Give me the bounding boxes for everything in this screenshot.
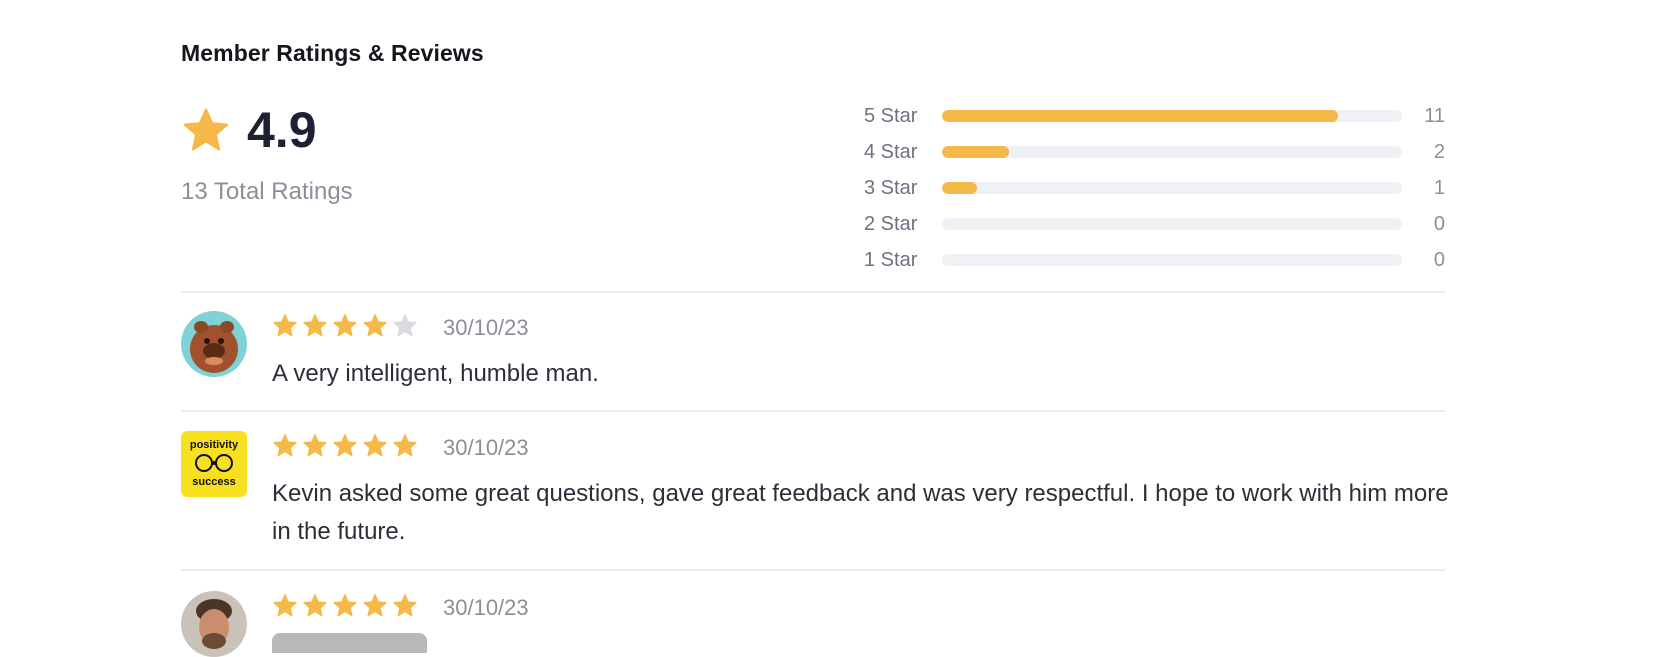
distribution-bar — [942, 254, 1402, 266]
star-filled-icon — [393, 594, 417, 617]
review-star-rating — [272, 593, 418, 619]
distribution-label: 5 Star — [864, 104, 918, 127]
reviewer-avatar[interactable] — [181, 591, 247, 657]
distribution-label: 2 Star — [864, 212, 918, 235]
logo-text-top: positivity — [190, 439, 239, 451]
average-rating-value: 4.9 — [247, 102, 317, 158]
overall-rating: 4.9 13 Total Ratings — [181, 100, 581, 220]
distribution-row-1: 1 Star 0 — [864, 242, 1445, 278]
total-ratings-count: 13 Total Ratings — [181, 178, 353, 205]
distribution-bar — [942, 146, 1402, 158]
divider — [181, 569, 1445, 571]
star-filled-icon — [363, 434, 387, 457]
review-star-rating — [272, 313, 418, 339]
distribution-count: 1 — [1433, 176, 1445, 199]
review-text: Kevin asked some great questions, gave g… — [272, 480, 1449, 545]
review-item: 30/10/23 A very intelligent, humble man. — [181, 311, 1445, 411]
star-empty-icon — [393, 314, 417, 337]
star-filled-icon — [303, 434, 327, 457]
star-filled-icon — [333, 434, 357, 457]
star-filled-icon — [303, 594, 327, 617]
review-date: 30/10/23 — [443, 315, 529, 340]
distribution-count: 0 — [1433, 212, 1445, 235]
distribution-row-3: 3 Star 1 — [864, 170, 1445, 206]
reviewer-avatar[interactable]: positivity success — [181, 431, 247, 497]
distribution-count: 11 — [1424, 104, 1445, 127]
ratings-reviews-section: Member Ratings & Reviews 4.9 13 Total Ra… — [181, 0, 1449, 657]
review-star-rating — [272, 433, 418, 459]
distribution-count: 0 — [1433, 248, 1445, 271]
distribution-bar-fill — [942, 182, 977, 194]
review-date: 30/10/23 — [443, 595, 529, 620]
distribution-label: 3 Star — [864, 176, 918, 199]
distribution-label: 4 Star — [864, 140, 918, 163]
star-filled-icon — [393, 434, 417, 457]
distribution-count: 2 — [1433, 140, 1445, 163]
divider — [181, 291, 1445, 293]
reviewer-avatar[interactable] — [181, 311, 247, 377]
distribution-bar — [942, 110, 1402, 122]
divider — [181, 410, 1445, 412]
review-text: A very intelligent, humble man. — [272, 360, 599, 387]
star-filled-icon — [363, 594, 387, 617]
review-date: 30/10/23 — [443, 435, 529, 460]
star-filled-icon — [273, 594, 297, 617]
rating-distribution: 5 Star 11 4 Star 2 3 Star 1 2 Star 0 1 S… — [864, 98, 1445, 278]
star-icon — [181, 106, 231, 156]
distribution-bar — [942, 218, 1402, 230]
star-filled-icon — [273, 434, 297, 457]
distribution-row-4: 4 Star 2 — [864, 134, 1445, 170]
star-filled-icon — [333, 594, 357, 617]
star-filled-icon — [303, 314, 327, 337]
distribution-bar-fill — [942, 146, 1009, 158]
distribution-bar-fill — [942, 110, 1338, 122]
review-item: positivity success 30/10/23 Kevin asked … — [181, 431, 1449, 571]
star-filled-icon — [363, 314, 387, 337]
distribution-row-5: 5 Star 11 — [864, 98, 1445, 134]
section-title: Member Ratings & Reviews — [181, 40, 484, 66]
distribution-row-2: 2 Star 0 — [864, 206, 1445, 242]
star-filled-icon — [273, 314, 297, 337]
review-item: 30/10/23 — [181, 591, 1445, 657]
star-filled-icon — [333, 314, 357, 337]
distribution-label: 1 Star — [864, 248, 918, 271]
distribution-bar — [942, 182, 1402, 194]
redacted-name-pill — [272, 633, 427, 653]
logo-text-bottom: success — [192, 476, 235, 488]
